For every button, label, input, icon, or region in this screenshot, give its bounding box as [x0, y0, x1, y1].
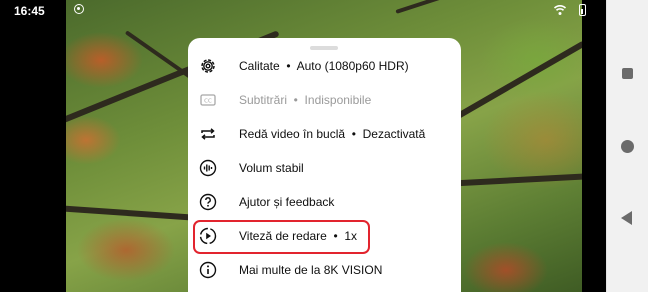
help-circle-icon — [199, 193, 217, 211]
status-time: 16:45 — [14, 4, 45, 18]
battery-icon — [579, 4, 586, 16]
sound-wave-icon — [199, 159, 217, 177]
highlight-box — [193, 220, 370, 254]
svg-text:CC: CC — [204, 99, 212, 105]
system-nav-bar — [606, 0, 648, 292]
more-options-sheet: Calitate • Auto (1080p60 HDR) CC Subtitr… — [188, 38, 461, 292]
menu-item-quality[interactable]: Calitate • Auto (1080p60 HDR) — [188, 49, 461, 83]
menu-item-stable-volume[interactable]: Volum stabil — [188, 151, 461, 185]
status-bar: 16:45 — [0, 0, 606, 22]
menu-item-label: Redă video în buclă • Dezactivată — [239, 127, 426, 141]
menu-item-label: Subtitrări • Indisponibile — [239, 93, 372, 107]
menu-item-label: Volum stabil — [239, 161, 304, 175]
menu-item-help-feedback[interactable]: Ajutor și feedback — [188, 185, 461, 219]
screen-record-icon — [74, 4, 84, 14]
info-icon — [199, 261, 217, 279]
loop-icon — [201, 128, 215, 140]
home-icon[interactable] — [621, 140, 634, 153]
wifi-icon — [554, 5, 566, 15]
menu-item-label: Ajutor și feedback — [239, 195, 335, 209]
phone-screen: 16:45 Calitate • Auto (1080p60 HDR) CC S… — [0, 0, 606, 292]
gear-icon — [201, 59, 215, 73]
menu-item-label: Calitate • Auto (1080p60 HDR) — [239, 59, 409, 73]
back-icon[interactable] — [621, 211, 632, 225]
recents-icon[interactable] — [622, 68, 633, 79]
closed-captions-icon: CC — [200, 94, 216, 106]
menu-item-more-from-channel[interactable]: Mai multe de la 8K VISION — [188, 253, 461, 287]
video-branch — [444, 40, 582, 126]
menu-item-loop-video[interactable]: Redă video în buclă • Dezactivată — [188, 117, 461, 151]
menu-item-subtitles[interactable]: CC Subtitrări • Indisponibile — [188, 83, 461, 117]
menu-item-label: Mai multe de la 8K VISION — [239, 263, 383, 277]
